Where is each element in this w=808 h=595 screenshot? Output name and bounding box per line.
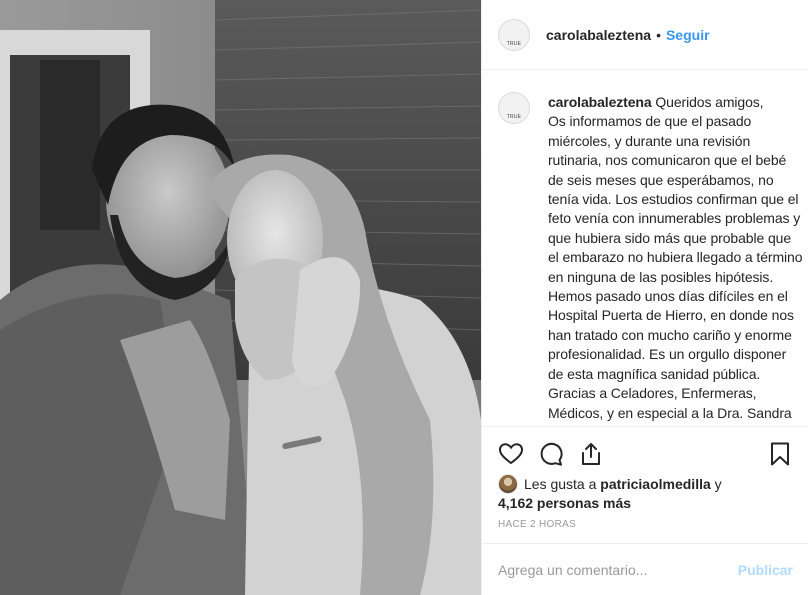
header-separator: • bbox=[656, 26, 661, 43]
share-icon[interactable] bbox=[578, 441, 604, 467]
caption-text: carolabaleztena Queridos amigos, Os info… bbox=[548, 93, 803, 426]
post-header: TRUE carolabaleztena • Seguir bbox=[482, 0, 808, 70]
action-bar bbox=[482, 426, 808, 474]
publish-button[interactable]: Publicar bbox=[738, 562, 793, 578]
comment-bubble-icon[interactable] bbox=[538, 441, 564, 467]
avatar-label: TRUE bbox=[506, 40, 522, 47]
post-photo[interactable] bbox=[0, 0, 481, 595]
comment-bar: Publicar bbox=[482, 543, 808, 595]
likes-count[interactable]: 4,162 personas más bbox=[498, 495, 631, 511]
liker-username[interactable]: patriciaolmedilla bbox=[600, 476, 710, 492]
author-avatar[interactable]: TRUE bbox=[498, 18, 530, 51]
post-side-panel: TRUE carolabaleztena • Seguir TRUE carol… bbox=[481, 0, 808, 595]
comment-input[interactable] bbox=[498, 561, 738, 578]
caption-avatar-label: TRUE bbox=[506, 114, 522, 120]
bookmark-icon[interactable] bbox=[767, 441, 793, 467]
follow-button[interactable]: Seguir bbox=[666, 27, 710, 43]
liker-avatar[interactable] bbox=[498, 474, 518, 494]
caption-username[interactable]: carolabaleztena bbox=[548, 94, 652, 110]
caption-avatar[interactable]: TRUE bbox=[498, 92, 530, 124]
post-timestamp[interactable]: Hace 2 horas bbox=[498, 519, 576, 530]
likes-prefix: Les gusta a bbox=[524, 476, 601, 492]
likes-middle: y bbox=[710, 476, 722, 492]
heart-icon[interactable] bbox=[498, 441, 524, 467]
caption-area: TRUE carolabaleztena Queridos amigos, Os… bbox=[482, 71, 808, 426]
author-username[interactable]: carolabaleztena bbox=[546, 27, 651, 43]
caption-body: Queridos amigos, Os informamos de que el… bbox=[548, 94, 803, 426]
likes-summary: Les gusta a patriciaolmedilla y 4,162 pe… bbox=[498, 474, 798, 512]
